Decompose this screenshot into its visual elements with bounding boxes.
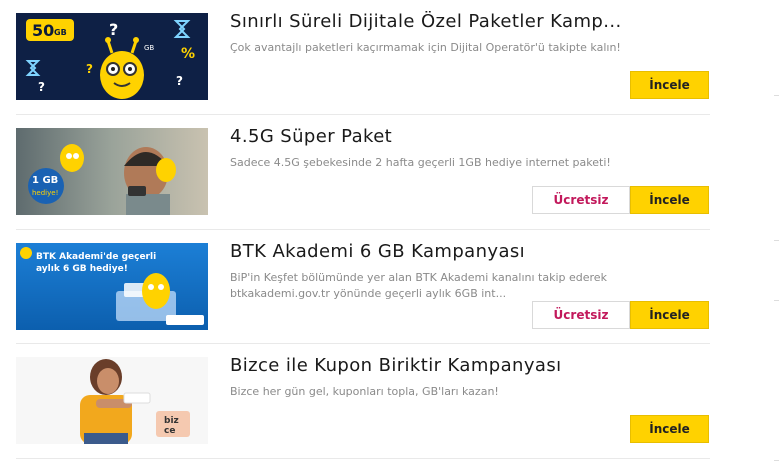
campaign-title[interactable]: 4.5G Süper Paket xyxy=(230,126,710,147)
campaign-card[interactable]: biz ce Bizce ile Kupon Biriktir Kampanya… xyxy=(16,355,710,460)
svg-text:?: ? xyxy=(176,74,183,88)
svg-text:hediye!: hediye! xyxy=(32,189,58,197)
svg-text:GB: GB xyxy=(144,44,154,52)
campaign-description: BiP'in Keşfet bölümünde yer alan BTK Aka… xyxy=(230,271,607,300)
svg-text:?: ? xyxy=(109,20,118,39)
inspect-button[interactable]: İncele xyxy=(630,415,709,443)
svg-text:1 GB: 1 GB xyxy=(32,175,58,186)
dijital-paket-illustration: 50 GB ? ? ? % GB ? xyxy=(16,13,208,100)
campaign-image[interactable]: biz ce xyxy=(16,357,208,444)
inspect-button[interactable]: İncele xyxy=(630,71,709,99)
super-paket-photo: 1 GB hediye! xyxy=(16,128,208,215)
svg-text:50: 50 xyxy=(32,21,54,40)
svg-text:?: ? xyxy=(86,62,93,76)
svg-text:%: % xyxy=(181,46,195,62)
campaign-title[interactable]: Bizce ile Kupon Biriktir Kampanyası xyxy=(230,355,710,376)
campaign-description: Sadece 4.5G şebekesinde 2 hafta geçerli … xyxy=(230,156,611,169)
campaign-card[interactable]: 1 GB hediye! 4.5G Süper Paket Sadece 4.5… xyxy=(16,126,710,231)
campaign-card[interactable]: BTK Akademi'de geçerli aylık 6 GB hediye… xyxy=(16,241,710,346)
campaign-image[interactable]: 50 GB ? ? ? % GB ? xyxy=(16,13,208,100)
campaign-title[interactable]: BTK Akademi 6 GB Kampanyası xyxy=(230,241,710,262)
svg-text:biz: biz xyxy=(164,416,179,426)
inspect-button[interactable]: İncele xyxy=(630,301,709,329)
divider xyxy=(16,229,710,230)
svg-text:GB: GB xyxy=(54,28,67,37)
svg-text:?: ? xyxy=(38,80,45,94)
svg-text:ce: ce xyxy=(164,426,175,436)
campaign-list: 50 GB ? ? ? % GB ? Sınırlı Süreli Dijita… xyxy=(0,0,780,470)
free-button[interactable]: Ücretsiz xyxy=(532,301,630,329)
campaign-image[interactable]: 1 GB hediye! xyxy=(16,128,208,215)
campaign-description: Çok avantajlı paketleri kaçırmamak için … xyxy=(230,41,621,54)
inspect-button[interactable]: İncele xyxy=(630,186,709,214)
btk-akademi-banner: BTK Akademi'de geçerli aylık 6 GB hediye… xyxy=(16,243,208,330)
bizce-photo: biz ce xyxy=(16,357,208,444)
campaign-image[interactable]: BTK Akademi'de geçerli aylık 6 GB hediye… xyxy=(16,243,208,330)
campaign-title[interactable]: Sınırlı Süreli Dijitale Özel Paketler Ka… xyxy=(230,11,710,32)
banner-line-1: BTK Akademi'de geçerli xyxy=(36,252,156,262)
divider xyxy=(16,343,710,344)
divider xyxy=(16,458,710,459)
divider xyxy=(16,114,710,115)
right-edge-marks xyxy=(774,0,780,470)
campaign-description: Bizce her gün gel, kuponları topla, GB'l… xyxy=(230,385,499,398)
banner-line-2: aylık 6 GB hediye! xyxy=(36,264,128,274)
free-button[interactable]: Ücretsiz xyxy=(532,186,630,214)
campaign-card[interactable]: 50 GB ? ? ? % GB ? Sınırlı Süreli Dijita… xyxy=(16,11,710,116)
